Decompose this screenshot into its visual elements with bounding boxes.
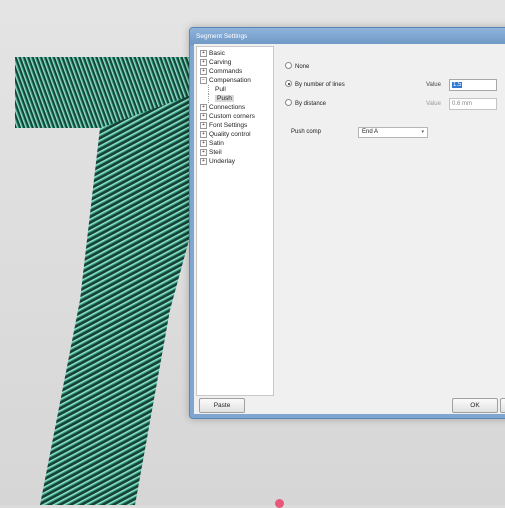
option-by-number-of-lines-label: By number of lines	[295, 82, 345, 88]
push-comp-dropdown[interactable]: End A ▾	[358, 127, 428, 138]
option-none-label: None	[295, 64, 310, 70]
tree-item-underlay[interactable]: + Underlay	[200, 157, 235, 166]
tree-item-label: Basic	[209, 50, 225, 57]
tree-item-steil[interactable]: + Steil	[200, 148, 222, 157]
collapse-icon[interactable]: −	[200, 77, 207, 84]
tree-item-commands[interactable]: + Commands	[200, 67, 242, 76]
radio-none[interactable]	[285, 62, 292, 69]
segment-settings-dialog: Segment Settings + Basic + Carving + Commands…	[189, 27, 505, 419]
tree-item-label: Carving	[209, 59, 232, 66]
lines-value-text: 1.5	[452, 82, 463, 88]
tree-item-label: Underlay	[209, 158, 236, 165]
distance-value-input[interactable]: 0.6 mm	[449, 98, 497, 110]
expand-icon[interactable]: +	[200, 104, 207, 111]
tree-item-label: Commands	[209, 68, 243, 75]
push-comp-label: Push comp	[291, 129, 322, 135]
expand-icon[interactable]: +	[200, 113, 207, 120]
tree-item-label: Quality control	[209, 131, 251, 138]
tree-item-label: Steil	[209, 149, 222, 156]
tree-item-label: Compensation	[209, 77, 251, 84]
tree-item-font-settings[interactable]: + Font Settings	[200, 121, 247, 130]
radio-by-number-of-lines[interactable]	[285, 80, 292, 87]
option-none[interactable]: None	[285, 62, 309, 72]
tree-item-connections[interactable]: + Connections	[200, 103, 245, 112]
expand-icon[interactable]: +	[200, 68, 207, 75]
tree-item-label: Pull	[215, 86, 226, 93]
expand-icon[interactable]: +	[200, 59, 207, 66]
settings-tree[interactable]: + Basic + Carving + Commands − Compensation Pull…	[196, 46, 274, 396]
expand-icon[interactable]: +	[200, 158, 207, 165]
tree-item-label: Push	[215, 95, 234, 102]
tree-item-push[interactable]: Push	[208, 94, 234, 103]
distance-value-label: Value	[426, 101, 441, 107]
option-by-distance-label: By distance	[295, 101, 327, 107]
tree-item-basic[interactable]: + Basic	[200, 49, 225, 58]
tree-item-label: Connections	[209, 104, 246, 111]
push-comp-value: End A	[362, 129, 379, 135]
ok-button[interactable]: OK	[452, 398, 498, 413]
chevron-down-icon: ▾	[421, 129, 424, 135]
option-by-distance[interactable]: By distance	[285, 99, 326, 109]
tree-item-carving[interactable]: + Carving	[200, 58, 231, 67]
dialog-client-area: + Basic + Carving + Commands − Compensation Pull…	[194, 44, 505, 414]
cancel-button[interactable]	[500, 398, 505, 413]
tree-item-quality-control[interactable]: + Quality control	[200, 130, 251, 139]
tree-item-custom-corners[interactable]: + Custom corners	[200, 112, 255, 121]
expand-icon[interactable]: +	[200, 122, 207, 129]
tree-item-pull[interactable]: Pull	[208, 85, 226, 94]
radio-by-distance[interactable]	[285, 99, 292, 106]
expand-icon[interactable]: +	[200, 50, 207, 57]
expand-icon[interactable]: +	[200, 149, 207, 156]
cursor-marker	[275, 499, 284, 508]
option-by-number-of-lines[interactable]: By number of lines	[285, 80, 345, 90]
tree-item-label: Satin	[209, 140, 224, 147]
tree-item-compensation[interactable]: − Compensation	[200, 76, 251, 85]
tree-item-satin[interactable]: + Satin	[200, 139, 224, 148]
expand-icon[interactable]: +	[200, 131, 207, 138]
tree-item-label: Custom corners	[209, 113, 255, 120]
tree-item-label: Font Settings	[209, 122, 248, 129]
dialog-title[interactable]: Segment Settings	[190, 28, 505, 45]
lines-value-input[interactable]: 1.5	[449, 79, 497, 91]
expand-icon[interactable]: +	[200, 140, 207, 147]
lines-value-label: Value	[426, 82, 441, 88]
paste-button[interactable]: Paste	[199, 398, 245, 413]
